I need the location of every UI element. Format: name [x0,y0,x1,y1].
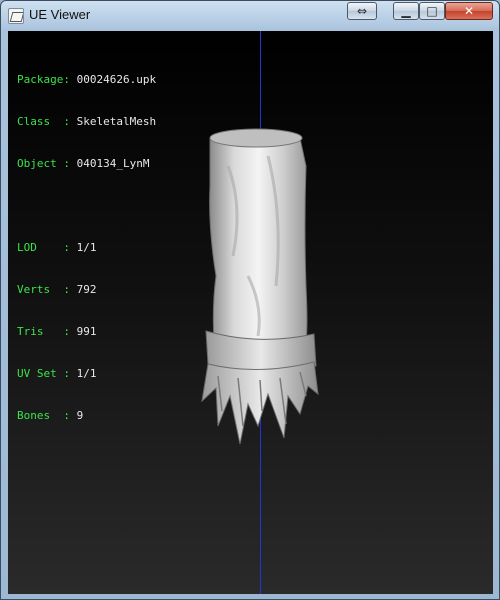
info-row-uvset: UV Set : 1/1 [17,367,156,381]
info-value: 792 [76,283,97,296]
info-value: 1/1 [76,241,97,254]
info-key: Bones : [17,409,77,422]
info-row-bones: Bones : 9 [17,409,156,423]
info-value: 9 [76,409,84,422]
info-key: Package: [17,73,77,86]
info-row-object: Object : 040134_LynM [17,157,156,171]
info-value: 991 [76,325,97,338]
info-value: 040134_LynM [76,157,150,170]
info-key: Object : [17,157,77,170]
mesh-info-panel: Package: 00024626.upk Class : SkeletalMe… [17,45,156,451]
close-icon[interactable]: ✕ [445,2,493,20]
info-row-verts: Verts : 792 [17,283,156,297]
info-key: Verts : [17,283,77,296]
info-row-lod: LOD : 1/1 [17,241,156,255]
skeletal-mesh-render [201,128,319,445]
maximize-icon[interactable]: □ [419,2,445,20]
window-title: UE Viewer [29,7,91,22]
title-bar[interactable]: UE Viewer ⇔ ▁ □ ✕ [1,1,500,31]
ue-viewer-window: UE Viewer ⇔ ▁ □ ✕ Package: 00024626.upk … [0,0,500,600]
info-key: UV Set : [17,367,77,380]
3d-viewport[interactable]: Package: 00024626.upk Class : SkeletalMe… [8,31,493,594]
info-row-package: Package: 00024626.upk [17,73,156,87]
info-row-class: Class : SkeletalMesh [17,115,156,129]
info-row-tris: Tris : 991 [17,325,156,339]
info-value: SkeletalMesh [76,115,157,128]
minimize-icon[interactable]: ▁ [393,2,419,20]
info-value: 1/1 [76,367,97,380]
info-key: Class : [17,115,77,128]
info-key: LOD : [17,241,77,254]
swap-arrows-icon[interactable]: ⇔ [347,2,377,20]
info-value: 00024626.upk [76,73,157,86]
info-key: Tris : [17,325,77,338]
ue-viewer-app-icon [8,8,24,24]
